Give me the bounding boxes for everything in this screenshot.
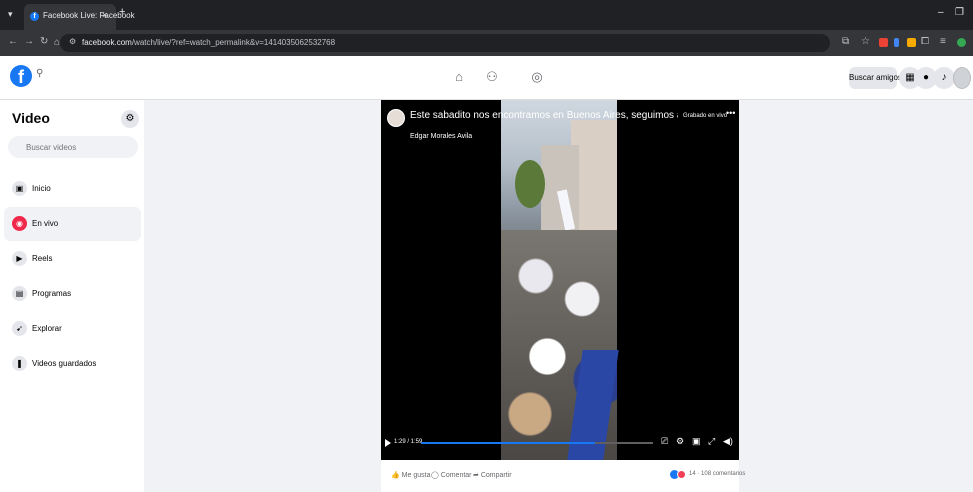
tab-close-icon[interactable]: ×	[102, 10, 107, 20]
live-icon: ◉	[12, 216, 27, 231]
video-progress-fill	[421, 442, 595, 444]
sidebar-item-label: Videos guardados	[32, 359, 97, 368]
sidebar-item-label: Explorar	[32, 324, 62, 333]
extension-yellow-icon[interactable]	[907, 38, 916, 47]
author-name[interactable]: Edgar Morales Avila	[410, 133, 472, 140]
extensions-puzzle-icon[interactable]: ⧠	[921, 36, 929, 47]
share-button[interactable]: ➦ Compartir	[473, 471, 512, 479]
video-player[interactable]: Este sabadito nos encontramos en Buenos …	[381, 100, 739, 460]
like-button[interactable]: 👍 Me gusta	[391, 471, 430, 479]
forward-icon[interactable]: →	[24, 36, 34, 47]
url-text: facebook.com/watch/live/?ref=watch_perma…	[82, 38, 336, 47]
sidebar-item-label: En vivo	[32, 219, 59, 228]
sidebar-item-label: Inicio	[32, 184, 51, 193]
comment-button[interactable]: ◯ Comentar	[431, 471, 472, 479]
extension-red-icon[interactable]	[879, 38, 888, 47]
facebook-top-bar: f ⚲ ⌂ ⚇ ◎ Buscar amigos ▦ ● ♪	[0, 56, 973, 100]
picture-in-picture-icon[interactable]: ▣	[692, 436, 701, 447]
extension-blue-icon[interactable]	[894, 38, 899, 47]
share-label: Compartir	[480, 472, 512, 479]
reading-list-icon[interactable]: ≡	[940, 36, 946, 47]
sidebar-item-reels[interactable]: ▶ Reels	[4, 242, 141, 276]
bookmark-icon: ❚	[12, 356, 27, 371]
video-time: 1:29 / 1:59	[394, 439, 423, 445]
play-icon[interactable]	[385, 439, 391, 447]
sidebar-item-label: Programas	[32, 289, 72, 298]
video-title: Este sabadito nos encontramos en Buenos …	[410, 110, 678, 121]
browser-tab[interactable]: f Facebook Live: Facebook ×	[24, 4, 135, 30]
tab-search-chevron-icon[interactable]: ▾	[8, 9, 13, 20]
sidebar-item-videos-guardados[interactable]: ❚ Videos guardados	[4, 347, 141, 381]
recorded-live-badge: Grabado en vivo	[683, 113, 728, 119]
reactions-and-comments-count[interactable]: 14 · 108 comentarios	[689, 471, 745, 477]
settings-gear-icon[interactable]: ⚙	[121, 110, 139, 128]
author-avatar[interactable]	[387, 109, 405, 127]
back-icon[interactable]: ←	[8, 36, 18, 47]
more-options-icon[interactable]: •••	[726, 108, 735, 118]
home-nav-icon[interactable]: ⌂	[451, 69, 467, 85]
captions-icon[interactable]: ⎚	[661, 436, 668, 447]
explore-icon: ➹	[12, 321, 27, 336]
video-progress-bar[interactable]	[421, 442, 653, 444]
minimize-button[interactable]: –	[938, 7, 944, 18]
search-videos-input[interactable]	[8, 136, 138, 158]
facebook-favicon-icon: f	[30, 12, 39, 21]
account-avatar[interactable]	[953, 67, 971, 89]
facebook-logo-icon[interactable]: f	[10, 65, 32, 87]
friends-nav-icon[interactable]: ⚇	[484, 69, 500, 85]
maximize-button[interactable]: ❐	[955, 7, 964, 18]
new-tab-button[interactable]: +	[119, 6, 125, 18]
install-icon[interactable]: ⧉	[842, 36, 849, 47]
site-info-icon[interactable]: ⚙	[69, 37, 76, 46]
video-scene-tree	[515, 160, 545, 208]
bookmark-star-icon[interactable]: ☆	[861, 36, 870, 47]
url-field[interactable]: ⌂ ⚙ facebook.com/watch/live/?ref=watch_p…	[54, 34, 830, 52]
sidebar-item-en-vivo[interactable]: ◉ En vivo	[4, 207, 141, 241]
sidebar-item-programas[interactable]: ▤ Programas	[4, 277, 141, 311]
sidebar-item-label: Reels	[32, 254, 53, 263]
reels-icon: ▶	[12, 251, 27, 266]
browser-address-bar: ← → ↻ ⌂ ⚙ facebook.com/watch/live/?ref=w…	[0, 30, 973, 56]
fullscreen-icon[interactable]: ⤢	[708, 436, 715, 447]
shows-icon: ▤	[12, 286, 27, 301]
browser-tab-bar: ▾ f Facebook Live: Facebook × + – ❐	[0, 0, 973, 30]
video-home-icon: ▣	[12, 181, 27, 196]
search-icon[interactable]: ⚲	[36, 68, 50, 82]
gaming-nav-icon[interactable]: ◎	[529, 69, 545, 85]
home-icon[interactable]: ⌂	[54, 37, 60, 48]
notifications-bell-icon[interactable]: ♪	[933, 67, 955, 89]
love-reaction-icon	[677, 470, 686, 479]
like-label: Me gusta	[401, 472, 431, 479]
profile-icon[interactable]	[957, 38, 966, 47]
find-friends-button[interactable]: Buscar amigos	[849, 67, 902, 89]
video-actions-bar: 👍 Me gusta ◯ Comentar ➦ Compartir 14 · 1…	[381, 460, 745, 492]
video-sidebar: Video ⚙ ⚲ ▣ Inicio ◉ En vivo ▶ Reels ▤ P…	[0, 100, 144, 492]
video-settings-icon[interactable]: ⚙	[676, 436, 684, 447]
volume-icon[interactable]: ◀)	[723, 436, 733, 447]
sidebar-item-explorar[interactable]: ➹ Explorar	[4, 312, 141, 346]
reload-icon[interactable]: ↻	[40, 36, 48, 47]
sidebar-title: Video	[12, 110, 50, 126]
video-frame	[501, 100, 619, 460]
comment-label: Comentar	[440, 472, 472, 479]
sidebar-item-inicio[interactable]: ▣ Inicio	[4, 172, 141, 206]
